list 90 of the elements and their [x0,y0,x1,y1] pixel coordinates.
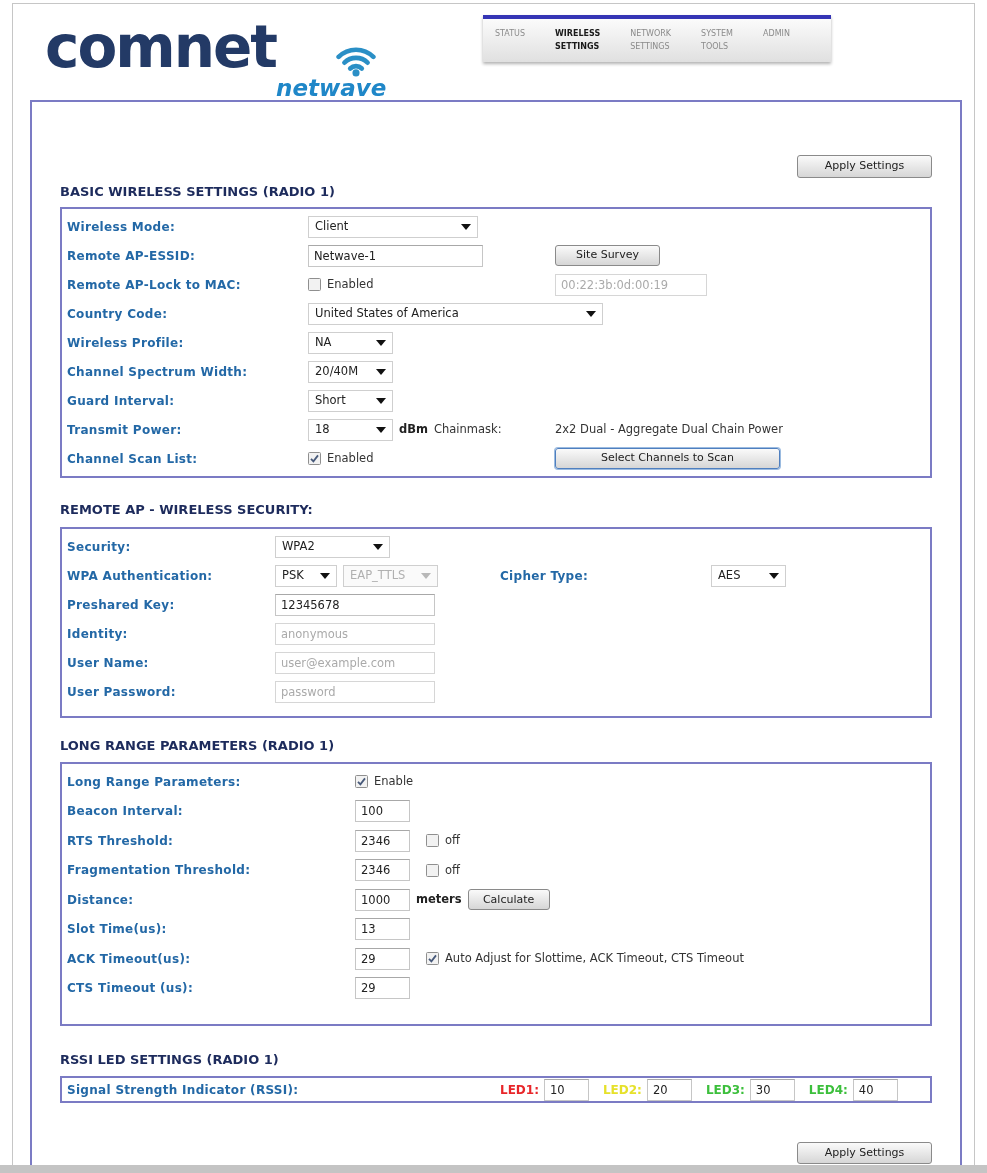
product-name: netwave [276,77,387,100]
caret-icon [373,543,383,550]
wifi-icon [336,47,377,77]
caret-icon [376,368,386,375]
caret-icon [769,572,779,579]
checkbox-label: Enabled [327,449,374,467]
dropdown[interactable]: WPA2 [275,535,390,558]
text-field[interactable]: 40 [852,1078,898,1101]
checkbox-label: off [445,832,460,850]
dropdown[interactable]: PSK [275,564,337,587]
led-label: LED4: [808,1081,848,1099]
caret-icon [376,426,386,433]
logo-wordmark: comnet [45,18,277,81]
section-heading: LONG RANGE PARAMETERS (RADIO 1) [60,737,336,755]
caret-icon [586,310,596,317]
dropdown[interactable]: 18 [308,418,393,441]
field-label: Preshared Key: [67,596,176,614]
field-label: Wireless Mode: [67,218,177,236]
action-button[interactable]: Calculate [467,889,550,911]
field-label: Remote AP-ESSID: [67,247,196,265]
field-label: Channel Spectrum Width: [67,363,249,381]
text-field[interactable]: 13 [355,918,410,941]
checkbox-label: Enabled [327,275,374,293]
field-label: ACK Timeout(us): [67,950,192,968]
field-label: CTS Timeout (us): [67,980,194,998]
field-label: Security: [67,538,132,556]
led-label: LED1: [500,1081,539,1099]
text-field[interactable]: 2346 [355,829,410,852]
field-label: Country Code: [67,305,169,323]
unit-label: dBm [399,420,428,438]
field-label: Guard Interval: [67,392,176,410]
action-button[interactable]: Select Channels to Scan [555,448,780,469]
field-label: User Password: [67,683,177,701]
apply-button[interactable]: Apply Settings [797,155,932,178]
text-field[interactable]: Netwave-1 [308,244,483,267]
info-text: 2x2 Dual - Aggregate Dual Chain Power [555,420,783,438]
field-label: RTS Threshold: [67,832,175,850]
checkbox-label: off [445,861,460,879]
info-text: Chainmask: [434,420,502,438]
text-field[interactable]: 29 [355,977,410,1000]
apply-button[interactable]: Apply Settings [797,1142,932,1164]
field-label: Channel Scan List: [67,450,199,468]
field-label: Long Range Parameters: [67,773,242,791]
dropdown[interactable]: Client [308,215,478,238]
field-label: Cipher Type: [500,567,589,585]
section-heading: BASIC WIRELESS SETTINGS (RADIO 1) [60,183,336,201]
caret-icon [461,223,471,230]
dropdown[interactable]: Short [308,389,393,412]
checkbox[interactable] [308,278,321,291]
caret-icon [320,572,330,579]
text-field[interactable]: 1000 [355,888,410,911]
checkbox-label: Enable [374,773,414,791]
caret-icon [421,572,431,579]
dropdown[interactable]: United States of America [308,302,603,325]
field-label: Signal Strength Indicator (RSSI): [67,1081,300,1099]
checkbox[interactable] [308,452,321,465]
field-label: Identity: [67,625,129,643]
text-field[interactable]: 12345678 [275,593,435,616]
led-label: LED3: [705,1081,745,1099]
text-field[interactable]: 20 [646,1078,692,1101]
field-label: WPA Authentication: [67,567,214,585]
nav-tab[interactable]: WIRELESS SETTINGS [555,27,601,53]
text-field[interactable]: 10 [543,1078,589,1101]
checkbox[interactable] [355,775,368,789]
field-label: Wireless Profile: [67,334,185,352]
section-heading: RSSI LED SETTINGS (RADIO 1) [60,1051,280,1069]
section-heading: REMOTE AP - WIRELESS SECURITY: [60,501,314,519]
text-field[interactable]: 100 [355,800,410,823]
text-field[interactable]: 30 [749,1078,795,1101]
caret-icon [376,397,386,404]
checkbox[interactable] [426,952,439,966]
field-label: Distance: [67,891,135,909]
action-button[interactable]: Site Survey [555,245,660,266]
text-field[interactable]: 2346 [355,859,410,882]
field-label: Slot Time(us): [67,921,168,939]
caret-icon [376,339,386,346]
field-label: Beacon Interval: [67,803,184,821]
checkbox-label: Auto Adjust for Slottime, ACK Timeout, CTS Timeout [445,950,744,968]
field-label: Fragmentation Threshold: [67,862,252,880]
checkbox[interactable] [426,834,439,848]
field-label: Remote AP-Lock to MAC: [67,276,242,294]
dropdown[interactable]: AES [711,564,786,587]
text-field[interactable]: 29 [355,947,410,970]
dropdown[interactable]: NA [308,331,393,354]
field-label: User Name: [67,654,150,672]
led-label: LED2: [602,1081,642,1099]
dropdown[interactable]: 20/40M [308,360,393,383]
checkbox[interactable] [426,863,439,877]
field-label: Transmit Power: [67,421,183,439]
unit-label: meters [416,891,462,909]
